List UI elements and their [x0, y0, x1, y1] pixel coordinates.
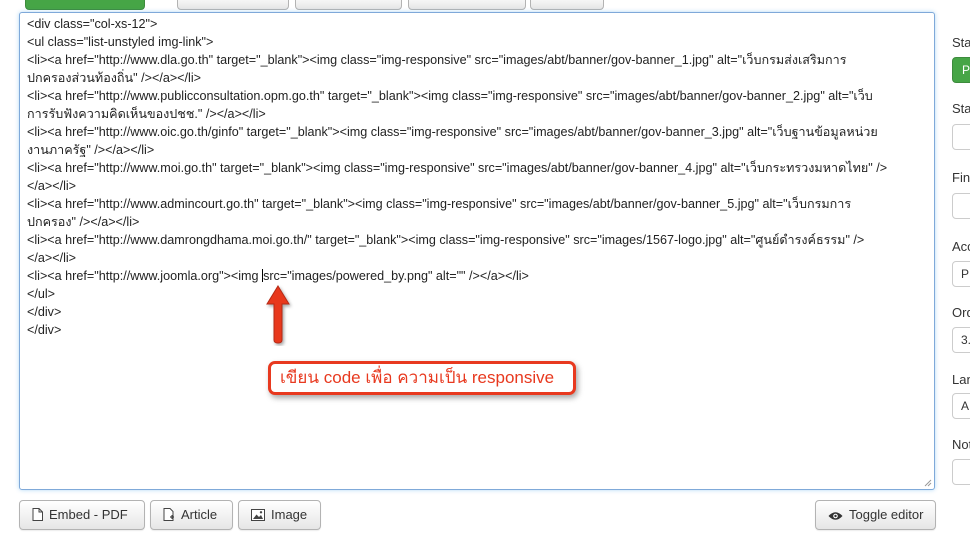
code-line: ปกครองส่วนท้องถิ่น" /></a></li> [27, 71, 201, 85]
code-line: การรับฟังความคิดเห็นของปชช." /></a></li> [27, 107, 266, 121]
module-content-editor[interactable]: <div class="col-xs-12"> <ul class="list-u… [19, 12, 935, 490]
image-label: Image [271, 507, 308, 522]
picture-icon [251, 503, 265, 531]
code-line: </div> [27, 323, 62, 337]
code-line: </ul> [27, 287, 56, 301]
code-line: <li><a href="http://www.oic.go.th/ginfo"… [27, 125, 878, 139]
access-label: Acc [952, 239, 970, 254]
start-publishing-label: Sta [952, 101, 970, 116]
code-line: ปกครอง" /></a></li> [27, 215, 140, 229]
annotation-callout: เขียน code เพื่อ ความเป็น responsive [268, 361, 576, 395]
ordering-select[interactable]: 3. [952, 327, 970, 353]
annotation-arrow-icon [266, 285, 290, 344]
ordering-label: Ord [952, 305, 970, 320]
code-line: <li><a href="http://www.joomla.org"><img… [27, 269, 529, 283]
save-copy-button[interactable] [408, 0, 526, 10]
save-new-button[interactable] [295, 0, 402, 10]
save-close-button[interactable] [177, 0, 289, 10]
article-label: Article [181, 507, 218, 522]
note-input[interactable] [952, 459, 970, 485]
start-publishing-input[interactable] [952, 124, 970, 150]
status-published-toggle[interactable]: P [952, 57, 970, 83]
article-button[interactable]: Article [150, 500, 233, 530]
code-line: <div class="col-xs-12"> [27, 17, 158, 31]
status-label: Sta [952, 35, 970, 50]
embed-pdf-label: Embed - PDF [49, 507, 128, 522]
language-label: Lan [952, 372, 970, 387]
code-line: <li><a href="http://www.admincourt.go.th… [27, 197, 852, 211]
language-select[interactable]: A [952, 393, 970, 419]
access-select[interactable]: P [952, 261, 970, 287]
code-line: งานภาครัฐ" /></a></li> [27, 143, 155, 157]
resize-grip-icon[interactable] [924, 479, 932, 487]
code-line: <li><a href="http://www.dla.go.th" targe… [27, 53, 847, 67]
code-line: <li><a href="http://www.moi.go.th" targe… [27, 161, 888, 175]
code-line: <ul class="list-unstyled img-link"> [27, 35, 214, 49]
file-add-icon [163, 503, 175, 531]
toggle-editor-button[interactable]: Toggle editor [815, 500, 936, 530]
toggle-editor-label: Toggle editor [849, 507, 924, 522]
editor-code[interactable]: <div class="col-xs-12"> <ul class="list-u… [27, 15, 932, 339]
finish-publishing-input[interactable] [952, 193, 970, 219]
file-icon [32, 503, 43, 531]
code-line: <li><a href="http://www.publicconsultati… [27, 89, 873, 103]
image-button[interactable]: Image [238, 500, 321, 530]
eye-icon [828, 503, 843, 531]
toolbar [0, 0, 970, 12]
code-line: </a></li> [27, 251, 77, 265]
code-line: </div> [27, 305, 62, 319]
save-button[interactable] [25, 0, 145, 10]
finish-publishing-label: Fin [952, 170, 970, 185]
code-line: <li><a href="http://www.damrongdhama.moi… [27, 233, 865, 247]
code-line: </a></li> [27, 179, 77, 193]
close-button[interactable] [530, 0, 604, 10]
embed-pdf-button[interactable]: Embed - PDF [19, 500, 145, 530]
note-label: Not [952, 437, 970, 452]
